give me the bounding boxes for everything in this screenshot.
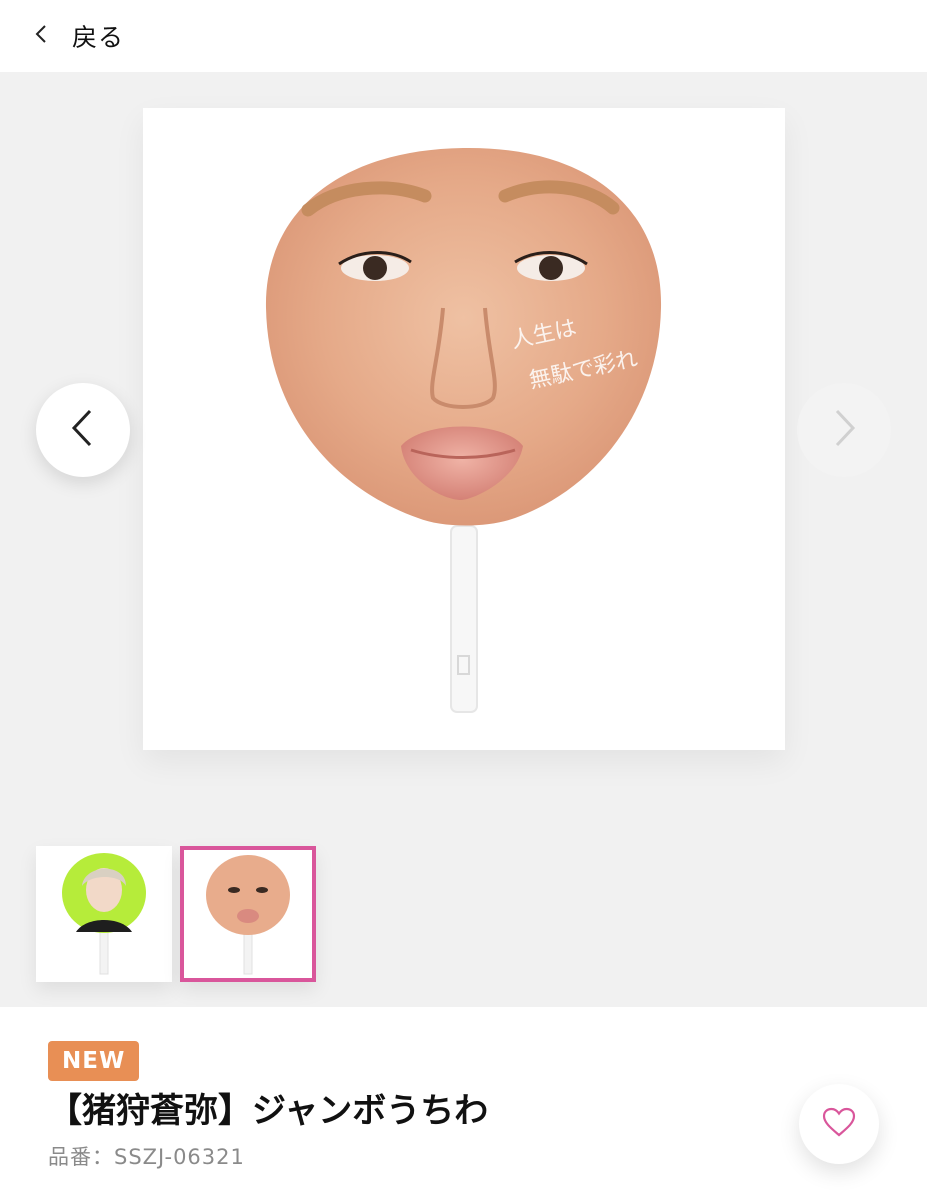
heart-icon xyxy=(822,1107,856,1141)
favorite-button[interactable] xyxy=(799,1084,879,1164)
thumbnail-2[interactable] xyxy=(180,846,316,982)
product-code: 品番：SSZJ-06321 xyxy=(48,1145,245,1169)
main-product-image[interactable]: 人生は 無駄で彩れ xyxy=(143,108,785,750)
product-gallery: 人生は 無駄で彩れ xyxy=(0,72,927,1007)
product-info: NEW 【猪狩蒼弥】ジャンボうちわ 品番：SSZJ-06321 xyxy=(0,1007,927,1200)
next-image-button[interactable] xyxy=(797,383,891,477)
chevron-right-icon xyxy=(831,408,857,452)
product-title: 【猪狩蒼弥】ジャンボうちわ xyxy=(48,1091,489,1131)
thumbnail-1[interactable] xyxy=(36,846,172,982)
new-badge: NEW xyxy=(48,1041,140,1081)
top-bar: 戻る xyxy=(0,0,927,72)
back-label: 戻る xyxy=(72,23,125,52)
chevron-left-icon xyxy=(30,23,52,49)
previous-image-button[interactable] xyxy=(36,383,130,477)
back-button[interactable]: 戻る xyxy=(30,18,124,54)
chevron-left-icon xyxy=(70,408,96,452)
